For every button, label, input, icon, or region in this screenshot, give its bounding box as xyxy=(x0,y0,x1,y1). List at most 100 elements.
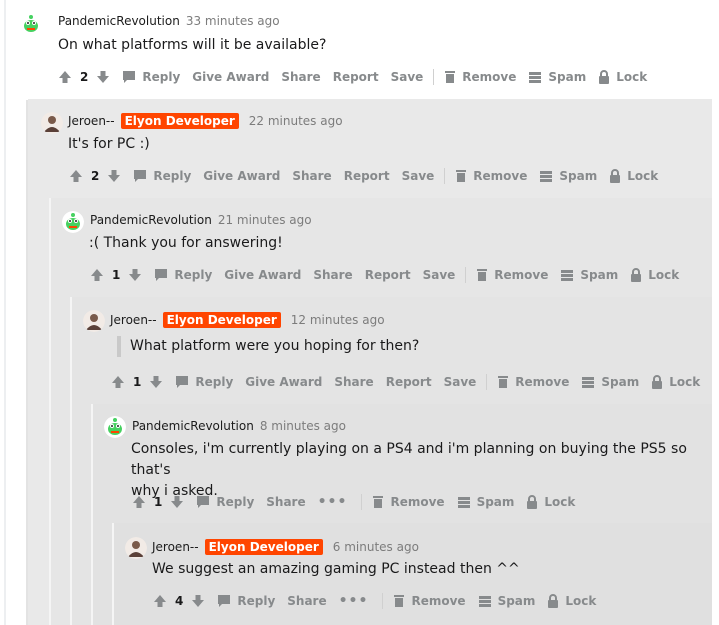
reply-button[interactable]: Reply xyxy=(154,268,212,282)
report-button[interactable]: Report xyxy=(333,70,379,84)
thread-guide-line[interactable] xyxy=(49,198,51,625)
thread-guide-line[interactable] xyxy=(91,404,93,625)
downvote-icon[interactable] xyxy=(149,375,163,389)
avatar[interactable] xyxy=(20,13,42,35)
give-award-button[interactable]: Give Award xyxy=(192,70,269,84)
upvote-icon[interactable] xyxy=(69,169,83,183)
timestamp[interactable]: 22 minutes ago xyxy=(249,114,343,128)
remove-button[interactable]: Remove xyxy=(444,70,516,84)
username[interactable]: Jeroen-- xyxy=(152,540,199,554)
give-award-button[interactable]: Give Award xyxy=(224,268,301,282)
thread-guide-line[interactable] xyxy=(112,523,114,625)
save-button[interactable]: Save xyxy=(402,169,435,183)
downvote-icon[interactable] xyxy=(170,495,184,509)
give-award-button[interactable]: Give Award xyxy=(245,375,322,389)
chat-icon xyxy=(134,170,147,182)
timestamp[interactable]: 21 minutes ago xyxy=(218,213,312,227)
thread-guide-line[interactable] xyxy=(70,297,72,625)
lock-icon xyxy=(610,169,621,183)
upvote-icon[interactable] xyxy=(111,375,125,389)
remove-button[interactable]: Remove xyxy=(393,594,466,608)
share-button[interactable]: Share xyxy=(281,70,320,84)
timestamp[interactable]: 33 minutes ago xyxy=(186,14,280,28)
timestamp[interactable]: 12 minutes ago xyxy=(291,313,385,327)
upvote-icon[interactable] xyxy=(58,70,72,84)
spam-button[interactable]: Spam xyxy=(478,594,535,608)
comment-actions: 1 Reply Give Award Share Report Save Rem… xyxy=(90,267,691,283)
timestamp[interactable]: 8 minutes ago xyxy=(260,419,346,433)
upvote-icon[interactable] xyxy=(132,495,146,509)
user-flair: Elyon Developer xyxy=(204,539,323,555)
share-button[interactable]: Share xyxy=(266,495,305,509)
lock-button[interactable]: Lock xyxy=(526,495,575,509)
avatar[interactable] xyxy=(41,112,63,134)
comment-actions: 4 Reply Share ••• Remove Spam Lock xyxy=(153,593,608,609)
report-button[interactable]: Report xyxy=(365,268,411,282)
thread-guide-line[interactable] xyxy=(4,0,6,625)
lock-button[interactable]: Lock xyxy=(630,268,679,282)
trash-icon xyxy=(456,170,467,182)
remove-button[interactable]: Remove xyxy=(455,169,527,183)
downvote-icon[interactable] xyxy=(191,594,205,608)
lock-icon xyxy=(527,495,538,509)
more-options-button[interactable]: ••• xyxy=(318,494,348,510)
trash-icon xyxy=(477,269,488,281)
username[interactable]: PandemicRevolution xyxy=(90,213,212,227)
upvote-icon[interactable] xyxy=(90,268,104,282)
save-button[interactable]: Save xyxy=(391,70,424,84)
downvote-icon[interactable] xyxy=(128,268,142,282)
save-button[interactable]: Save xyxy=(444,375,477,389)
spam-button[interactable]: Spam xyxy=(457,495,514,509)
reply-button[interactable]: Reply xyxy=(196,495,254,509)
share-button[interactable]: Share xyxy=(334,375,373,389)
lock-button[interactable]: Lock xyxy=(547,594,596,608)
avatar[interactable] xyxy=(62,211,84,233)
vote-count: 1 xyxy=(154,495,163,509)
spam-button[interactable]: Spam xyxy=(528,70,586,84)
more-options-button[interactable]: ••• xyxy=(339,593,369,609)
remove-button[interactable]: Remove xyxy=(372,495,445,509)
reply-button[interactable]: Reply xyxy=(133,169,191,183)
username[interactable]: Jeroen-- xyxy=(110,313,157,327)
comment-header: Jeroen-- Elyon Developer 12 minutes ago xyxy=(110,312,385,328)
comment-actions: 2 Reply Give Award Share Report Save Rem… xyxy=(69,168,670,184)
share-button[interactable]: Share xyxy=(287,594,326,608)
username[interactable]: PandemicRevolution xyxy=(58,14,180,28)
comment-actions: 1 Reply Give Award Share Report Save Rem… xyxy=(111,374,712,390)
report-button[interactable]: Report xyxy=(344,169,390,183)
upvote-icon[interactable] xyxy=(153,594,167,608)
body-line: Consoles, i'm currently playing on a PS4… xyxy=(131,441,687,478)
vote-group: 1 xyxy=(111,375,163,389)
reply-button[interactable]: Reply xyxy=(175,375,233,389)
trash-icon xyxy=(394,595,405,607)
reply-button[interactable]: Reply xyxy=(122,70,180,84)
lock-button[interactable]: Lock xyxy=(609,169,658,183)
lock-button[interactable]: Lock xyxy=(598,70,647,84)
give-award-button[interactable]: Give Award xyxy=(203,169,280,183)
downvote-icon[interactable] xyxy=(96,70,110,84)
save-button[interactable]: Save xyxy=(423,268,456,282)
lock-icon xyxy=(631,268,642,282)
share-button[interactable]: Share xyxy=(313,268,352,282)
remove-button[interactable]: Remove xyxy=(476,268,548,282)
downvote-icon[interactable] xyxy=(107,169,121,183)
spam-button[interactable]: Spam xyxy=(581,375,639,389)
username[interactable]: PandemicRevolution xyxy=(132,419,254,433)
lock-button[interactable]: Lock xyxy=(651,375,700,389)
chat-icon xyxy=(123,71,136,83)
username[interactable]: Jeroen-- xyxy=(68,114,115,128)
vote-group: 1 xyxy=(132,495,184,509)
spam-button[interactable]: Spam xyxy=(539,169,597,183)
timestamp[interactable]: 6 minutes ago xyxy=(333,540,419,554)
avatar[interactable] xyxy=(104,416,126,438)
vote-group: 2 xyxy=(69,169,121,183)
spam-icon xyxy=(529,72,542,83)
share-button[interactable]: Share xyxy=(292,169,331,183)
spam-icon xyxy=(561,270,574,281)
report-button[interactable]: Report xyxy=(386,375,432,389)
avatar[interactable] xyxy=(125,537,147,559)
spam-button[interactable]: Spam xyxy=(560,268,618,282)
avatar[interactable] xyxy=(83,310,105,332)
reply-button[interactable]: Reply xyxy=(217,594,275,608)
remove-button[interactable]: Remove xyxy=(497,375,569,389)
